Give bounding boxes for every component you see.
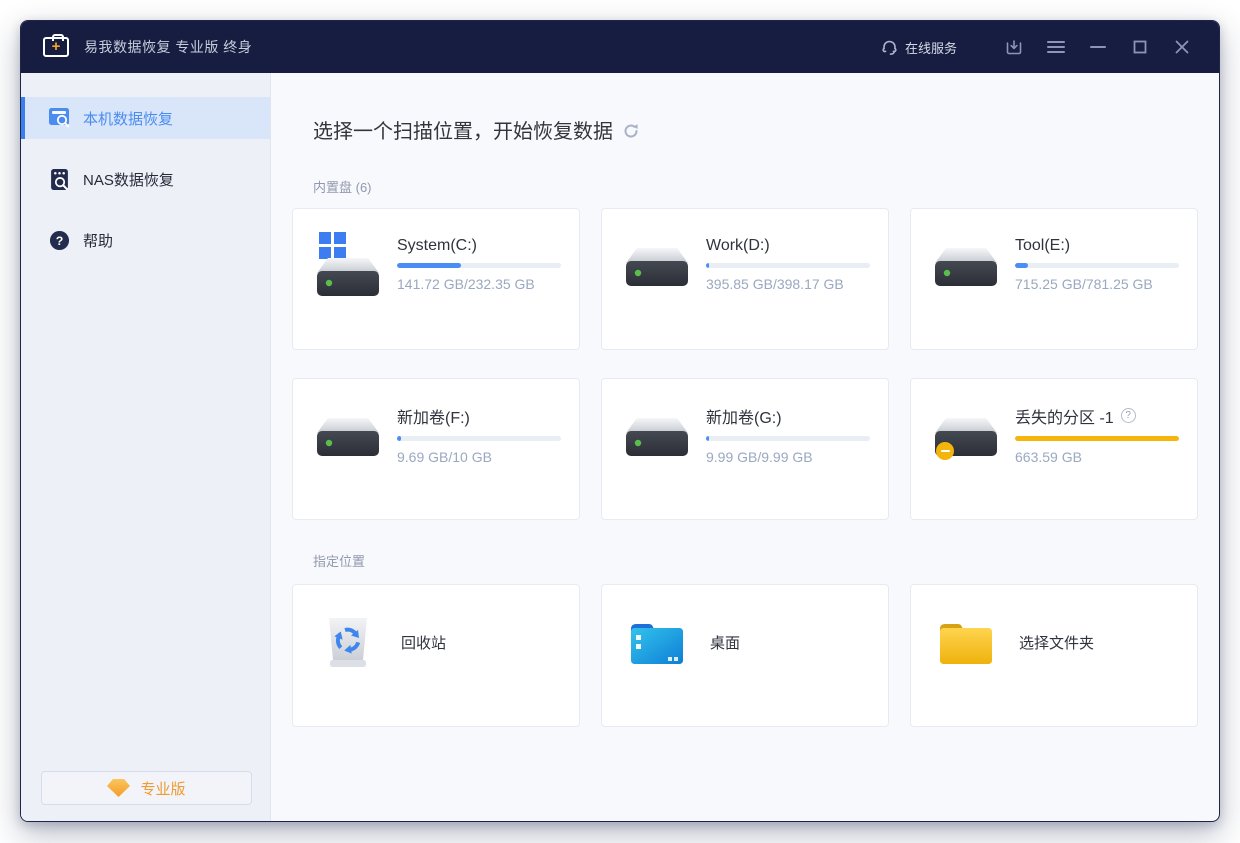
drive-name: Work(D:) [706, 237, 870, 255]
drive-capacity: 9.99 GB/9.99 GB [706, 449, 870, 465]
online-service-label: 在线服务 [905, 38, 957, 57]
specified-locations-label: 指定位置 [313, 551, 1198, 570]
download-button[interactable] [999, 32, 1029, 62]
sidebar-item-local-recovery[interactable]: 本机数据恢复 [21, 97, 270, 139]
help-icon [48, 229, 70, 251]
desktop-folder-icon [630, 615, 684, 671]
drive-capacity: 141.72 GB/232.35 GB [397, 276, 561, 292]
maximize-button[interactable] [1125, 32, 1155, 62]
recycle-bin-card[interactable]: 回收站 [292, 584, 580, 727]
refresh-button[interactable] [623, 123, 639, 139]
drive-card-tool-e[interactable]: Tool(E:) 715.25 GB/781.25 GB [910, 208, 1198, 350]
maximize-icon [1133, 40, 1147, 54]
sidebar-item-nas-recovery[interactable]: NAS数据恢复 [21, 158, 270, 200]
pro-version-label: 专业版 [140, 778, 185, 799]
drive-card-new-volume-g[interactable]: 新加卷(G:) 9.99 GB/9.99 GB [601, 378, 889, 520]
sidebar-item-label: NAS数据恢复 [83, 169, 174, 190]
choose-folder-card[interactable]: 选择文件夹 [910, 584, 1198, 727]
drive-capacity: 663.59 GB [1015, 449, 1179, 465]
drive-usage-bar [1015, 436, 1179, 441]
locations-grid: 回收站 桌面 选择文件夹 [292, 584, 1198, 727]
windows-logo-icon [319, 232, 346, 259]
hdd-lost-icon [935, 402, 999, 466]
hamburger-menu-icon [1047, 40, 1065, 54]
drive-usage-bar [706, 263, 870, 268]
drive-name: 新加卷(G:) [706, 404, 870, 428]
close-icon [1175, 40, 1189, 54]
lost-partition-badge-icon [936, 442, 954, 460]
hdd-icon [317, 402, 381, 466]
desktop-card[interactable]: 桌面 [601, 584, 889, 727]
drive-usage-bar [397, 263, 561, 268]
headset-icon [881, 39, 898, 56]
drive-capacity: 715.25 GB/781.25 GB [1015, 276, 1179, 292]
folder-icon [939, 615, 993, 671]
drive-card-work-d[interactable]: Work(D:) 395.85 GB/398.17 GB [601, 208, 889, 350]
recycle-bin-icon [321, 615, 375, 671]
drive-card-system-c[interactable]: System(C:) 141.72 GB/232.35 GB [292, 208, 580, 350]
drive-name: System(C:) [397, 237, 561, 255]
nas-recovery-icon [48, 168, 70, 190]
main-content: 选择一个扫描位置，开始恢复数据 内置盘 (6) [271, 73, 1219, 822]
online-service-button[interactable]: 在线服务 [881, 38, 957, 57]
drive-name: Tool(E:) [1015, 237, 1179, 255]
close-button[interactable] [1167, 32, 1197, 62]
app-window: + 易我数据恢复 专业版 终身 在线服务 [20, 20, 1220, 822]
titlebar: + 易我数据恢复 专业版 终身 在线服务 [21, 21, 1219, 73]
local-recovery-icon [48, 107, 70, 129]
drive-usage-bar [1015, 263, 1179, 268]
minimize-button[interactable] [1083, 32, 1113, 62]
minimize-icon [1090, 45, 1106, 49]
refresh-icon [623, 123, 639, 139]
sidebar-item-help[interactable]: 帮助 [21, 219, 270, 261]
drive-usage-bar [397, 436, 561, 441]
hdd-system-icon [317, 232, 381, 296]
sidebar-item-label: 本机数据恢复 [83, 108, 173, 129]
drive-name: 丢失的分区 -1 [1015, 404, 1114, 428]
lost-partition-help-icon[interactable]: ? [1121, 408, 1136, 423]
app-title: 易我数据恢复 专业版 终身 [84, 37, 252, 57]
menu-button[interactable] [1041, 32, 1071, 62]
pro-version-button[interactable]: 专业版 [41, 771, 252, 805]
drive-name: 新加卷(F:) [397, 404, 561, 428]
app-logo-icon: + [43, 37, 69, 57]
drive-capacity: 9.69 GB/10 GB [397, 449, 561, 465]
internal-drives-grid: System(C:) 141.72 GB/232.35 GB Work(D:) … [292, 208, 1198, 520]
internal-drives-label: 内置盘 (6) [313, 177, 1198, 196]
sidebar: 本机数据恢复 NAS数据恢复 帮助 专业版 [21, 73, 271, 822]
drive-usage-bar [706, 436, 870, 441]
drive-capacity: 395.85 GB/398.17 GB [706, 276, 870, 292]
hdd-icon [626, 232, 690, 296]
gem-icon [107, 779, 130, 797]
page-title: 选择一个扫描位置，开始恢复数据 [313, 115, 613, 144]
location-label: 回收站 [401, 632, 446, 653]
download-icon [1005, 38, 1023, 56]
location-label: 桌面 [710, 632, 740, 653]
location-label: 选择文件夹 [1019, 632, 1094, 653]
drive-card-lost-partition[interactable]: 丢失的分区 -1 ? 663.59 GB [910, 378, 1198, 520]
hdd-icon [935, 232, 999, 296]
hdd-icon [626, 402, 690, 466]
drive-card-new-volume-f[interactable]: 新加卷(F:) 9.69 GB/10 GB [292, 378, 580, 520]
sidebar-item-label: 帮助 [83, 230, 113, 251]
